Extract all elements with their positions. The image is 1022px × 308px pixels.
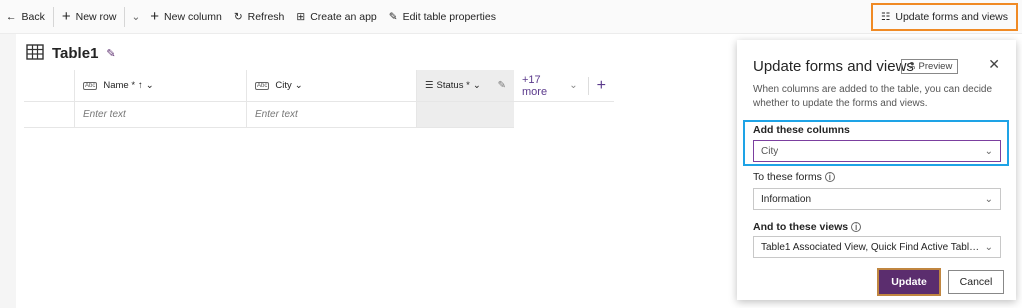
table-icon [26,44,44,63]
more-columns-button[interactable]: +17 more [522,74,559,98]
chevron-down-icon: ⌄ [472,80,481,91]
new-column-button[interactable]: + New column [144,0,228,34]
app-grid-icon: ⊞ [296,10,306,23]
chevron-down-icon: ⌄ [131,10,141,23]
text-type-icon: Abc [83,81,98,90]
divider [52,6,54,27]
text-type-icon: Abc [255,81,270,90]
more-columns: +17 more ⌄ + [514,70,614,102]
arrow-left-icon: ← [6,10,17,23]
update-forms-panel: Update forms and views ⚗ Preview ✕ When … [737,40,1016,300]
form-update-icon: ☷ [880,11,891,23]
new-row-button[interactable]: + New row [56,0,123,34]
locked-edit-icon: ✎ [497,80,506,91]
chevron-down-icon: ⌄ [984,193,993,205]
chevron-down-icon: ⌄ [145,80,154,91]
forms-select[interactable]: Information ⌄ [753,188,1001,210]
grid-header: Abc Name * ↑ ⌄ Abc City ⌄ ☰ Status * ⌄ ✎… [24,70,614,102]
city-cell[interactable]: Enter text [246,102,416,128]
refresh-button[interactable]: ↻ Refresh [228,0,291,34]
choice-type-icon: ☰ [425,80,434,91]
edit-table-properties-button[interactable]: ✎ Edit table properties [383,0,502,34]
plus-icon: + [150,8,160,25]
chevron-down-icon: ⌄ [984,241,993,253]
panel-title: Update forms and views [753,58,914,75]
name-cell[interactable]: Enter text [74,102,246,128]
new-row-dropdown[interactable]: ⌄ [127,0,144,34]
update-button[interactable]: Update [877,268,941,296]
back-button[interactable]: ← Back [0,0,51,34]
views-label: And to these views i [753,221,862,233]
table-name: Table1 [52,45,99,62]
status-cell[interactable] [416,102,514,128]
page-title: Table1 ✎ [26,44,116,63]
row-select-header [24,70,74,102]
chevron-down-icon[interactable]: ⌄ [569,80,577,91]
refresh-icon: ↻ [233,10,243,23]
forms-label: To these forms i [753,171,835,183]
column-header-city[interactable]: Abc City ⌄ [246,70,416,102]
update-forms-views-button[interactable]: ☷ Update forms and views [870,3,1018,31]
flask-icon: ⚗ [907,61,916,72]
close-icon[interactable]: ✕ [988,56,1000,73]
panel-description: When columns are added to the table, you… [753,84,993,109]
info-icon[interactable]: i [824,172,835,182]
views-select[interactable]: Table1 Associated View, Quick Find Activ… [753,236,1001,258]
row-select[interactable] [24,102,74,128]
add-column-button[interactable]: + [587,76,606,95]
pencil-icon: ✎ [388,10,398,23]
data-grid: Abc Name * ↑ ⌄ Abc City ⌄ ☰ Status * ⌄ ✎… [24,70,614,128]
create-app-button[interactable]: ⊞ Create an app [290,0,382,34]
pencil-icon[interactable]: ✎ [106,47,115,60]
chevron-down-icon: ⌄ [294,80,303,91]
column-header-name[interactable]: Abc Name * ↑ ⌄ [74,70,246,102]
preview-badge: ⚗ Preview [901,59,959,74]
divider [124,6,126,27]
table-row: Enter text Enter text [24,102,614,128]
add-columns-highlight [743,120,1009,166]
sort-ascending-icon: ↑ [138,80,143,91]
info-icon[interactable]: i [851,222,862,232]
column-header-status[interactable]: ☰ Status * ⌄ ✎ [416,70,514,102]
command-bar: ← Back + New row ⌄ + New column ↻ Refres… [0,0,1022,34]
cancel-button[interactable]: Cancel [948,270,1004,294]
plus-icon: + [61,8,71,25]
